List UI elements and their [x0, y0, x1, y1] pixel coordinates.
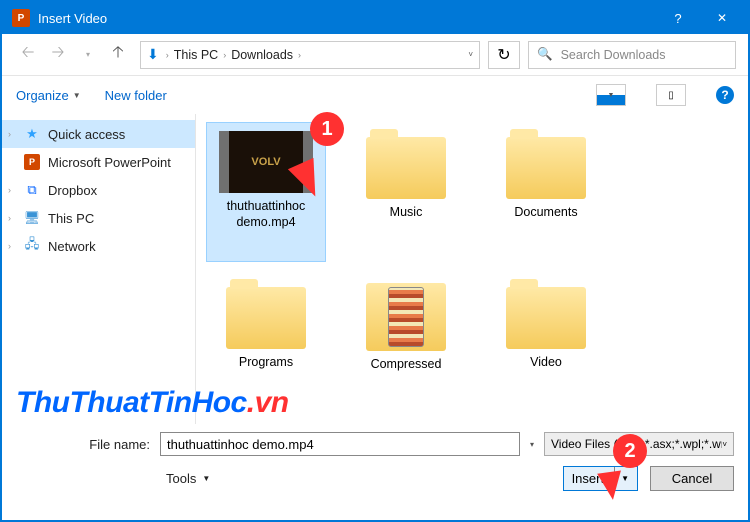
sidebar-item-dropbox[interactable]: › ⧉ Dropbox	[2, 176, 195, 204]
dropbox-icon: ⧉	[24, 182, 40, 198]
file-label: Video	[530, 355, 562, 371]
sidebar-item-label: This PC	[48, 211, 94, 226]
nav-bar: 🡠 🡢 ▾ 🡡 ⬇ › This PC › Downloads › ˅ ↻ 🔍 …	[2, 34, 748, 76]
sidebar-item-label: Microsoft PowerPoint	[48, 155, 171, 170]
filename-history-dropdown[interactable]: ▾	[530, 440, 534, 449]
network-icon: 🖧	[24, 238, 40, 254]
chevron-down-icon: ▼	[202, 474, 210, 483]
folder-icon	[506, 137, 586, 199]
app-icon: P	[12, 9, 30, 27]
file-label: Compressed	[371, 357, 442, 373]
forward-button[interactable]: 🡢	[44, 41, 72, 69]
search-placeholder: Search Downloads	[561, 48, 666, 62]
sidebar-item-quick-access[interactable]: › ★ Quick access	[2, 120, 195, 148]
file-label: thuthuattinhoc demo.mp4	[211, 199, 321, 230]
annotation-arrow-2	[597, 470, 625, 501]
annotation-badge-1: 1	[310, 112, 344, 146]
toolbar-help-button[interactable]: ?	[716, 86, 734, 104]
chevron-right-icon: ›	[8, 241, 11, 251]
filename-label: File name:	[16, 437, 150, 452]
folder-music[interactable]: Music	[346, 122, 466, 262]
tools-menu[interactable]: Tools▼	[166, 471, 210, 486]
chevron-right-icon: ›	[8, 185, 11, 195]
star-icon: ★	[24, 126, 40, 142]
file-label: Music	[390, 205, 423, 221]
close-button[interactable]: ✕	[700, 2, 744, 34]
help-button[interactable]: ?	[656, 2, 700, 34]
toolbar: Organize▼ New folder ▼ ▯ ?	[2, 76, 748, 114]
annotation-badge-2: 2	[613, 434, 647, 468]
cancel-button[interactable]: Cancel	[650, 466, 734, 491]
chevron-icon: ›	[166, 50, 169, 60]
folder-icon	[506, 287, 586, 349]
chevron-down-icon: ˅	[722, 440, 727, 449]
folder-icon	[226, 287, 306, 349]
search-icon: 🔍	[537, 47, 553, 62]
folder-icon	[366, 137, 446, 199]
dialog-title: Insert Video	[38, 11, 656, 26]
new-folder-button[interactable]: New folder	[105, 88, 167, 103]
folder-compressed[interactable]: Compressed	[346, 272, 466, 412]
refresh-icon: ↻	[497, 45, 510, 65]
back-button[interactable]: 🡠	[14, 41, 42, 69]
chevron-down-icon: ▼	[73, 91, 81, 100]
folder-documents[interactable]: Documents	[486, 122, 606, 262]
powerpoint-icon: P	[24, 154, 40, 170]
file-list[interactable]: VOLV thuthuattinhoc demo.mp4 Music Docum…	[196, 114, 748, 424]
up-button[interactable]: 🡡	[104, 41, 132, 69]
sidebar-item-network[interactable]: › 🖧 Network	[2, 232, 195, 260]
pc-icon: 🖥	[24, 210, 40, 226]
this-pc-icon: ⬇	[147, 46, 159, 63]
address-bar[interactable]: ⬇ › This PC › Downloads › ˅	[140, 41, 480, 69]
refresh-button[interactable]: ↻	[488, 41, 520, 69]
file-label: Programs	[239, 355, 293, 371]
sidebar-item-label: Quick access	[48, 127, 125, 142]
crumb-root[interactable]: This PC	[174, 48, 218, 62]
sidebar-item-label: Dropbox	[48, 183, 97, 198]
recent-dropdown[interactable]: ▾	[74, 41, 102, 69]
chevron-icon: ›	[298, 50, 301, 60]
archive-folder-icon	[366, 283, 446, 351]
address-dropdown[interactable]: ˅	[468, 50, 473, 59]
sidebar-item-label: Network	[48, 239, 96, 254]
sidebar-item-this-pc[interactable]: › 🖥 This PC	[2, 204, 195, 232]
view-mode-button[interactable]: ▼	[596, 84, 626, 106]
sidebar-item-powerpoint[interactable]: P Microsoft PowerPoint	[2, 148, 195, 176]
chevron-right-icon: ›	[8, 213, 11, 223]
preview-pane-button[interactable]: ▯	[656, 84, 686, 106]
titlebar: P Insert Video ? ✕	[2, 2, 748, 34]
folder-video[interactable]: Video	[486, 272, 606, 412]
file-label: Documents	[514, 205, 577, 221]
sidebar: › ★ Quick access P Microsoft PowerPoint …	[2, 114, 196, 424]
search-input[interactable]: 🔍 Search Downloads	[528, 41, 736, 69]
chevron-right-icon: ›	[8, 129, 11, 139]
organize-menu[interactable]: Organize▼	[16, 88, 81, 103]
filename-input[interactable]	[160, 432, 520, 456]
chevron-icon: ›	[223, 50, 226, 60]
crumb-folder[interactable]: Downloads	[231, 48, 293, 62]
watermark: ThuThuatTinHoc.vn	[16, 386, 289, 420]
